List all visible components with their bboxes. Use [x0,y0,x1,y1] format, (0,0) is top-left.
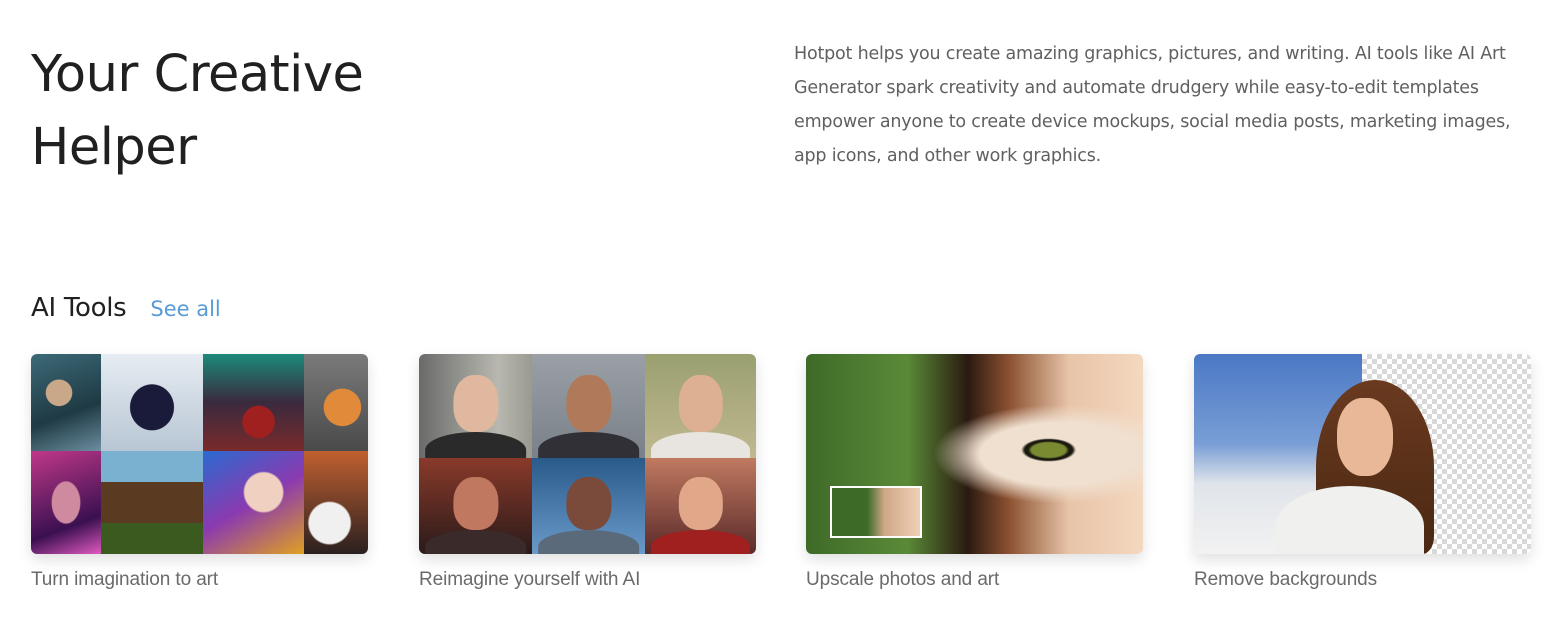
card-caption[interactable]: Remove backgrounds [1194,569,1531,591]
art-tile [101,451,203,554]
remove-bg-thumbnail[interactable] [1194,354,1531,554]
art-tile [203,354,304,451]
art-tile [31,354,101,451]
portrait-tile [645,458,756,554]
portrait-tile [419,354,532,458]
hero-description: Hotpot helps you create amazing graphics… [794,44,1511,166]
portrait-tile [645,354,756,458]
title-line-1: Your Creative [31,45,364,104]
person-face [1337,398,1393,476]
page-title: Your Creative Helper [31,38,551,184]
portrait-tile [419,458,532,554]
ai-tools-title: AI Tools [31,293,127,323]
tool-card-art-generator[interactable]: Turn imagination to art [31,354,368,591]
ai-tools-header: AI Tools See all [31,293,221,337]
art-tile [304,354,368,451]
card-caption[interactable]: Reimagine yourself with AI [419,569,756,591]
portrait-tile [532,458,645,554]
art-tile [101,354,203,451]
art-generator-thumbnail[interactable] [31,354,368,554]
portrait-tile [532,354,645,458]
tool-card-upscale[interactable]: Upscale photos and art [806,354,1143,591]
tool-card-remove-bg[interactable]: Remove backgrounds [1194,354,1531,591]
card-caption[interactable]: Turn imagination to art [31,569,368,591]
zoom-inset [830,486,922,538]
art-tile [304,451,368,554]
upscale-thumbnail[interactable] [806,354,1143,554]
tool-card-reimagine[interactable]: Reimagine yourself with AI [419,354,756,591]
art-tile [31,451,101,554]
reimagine-thumbnail[interactable] [419,354,756,554]
title-line-2: Helper [31,118,197,177]
see-all-link[interactable]: See all [150,297,220,321]
art-tile [203,451,304,554]
remove-bg-image [1194,354,1531,554]
card-caption[interactable]: Upscale photos and art [806,569,1143,591]
